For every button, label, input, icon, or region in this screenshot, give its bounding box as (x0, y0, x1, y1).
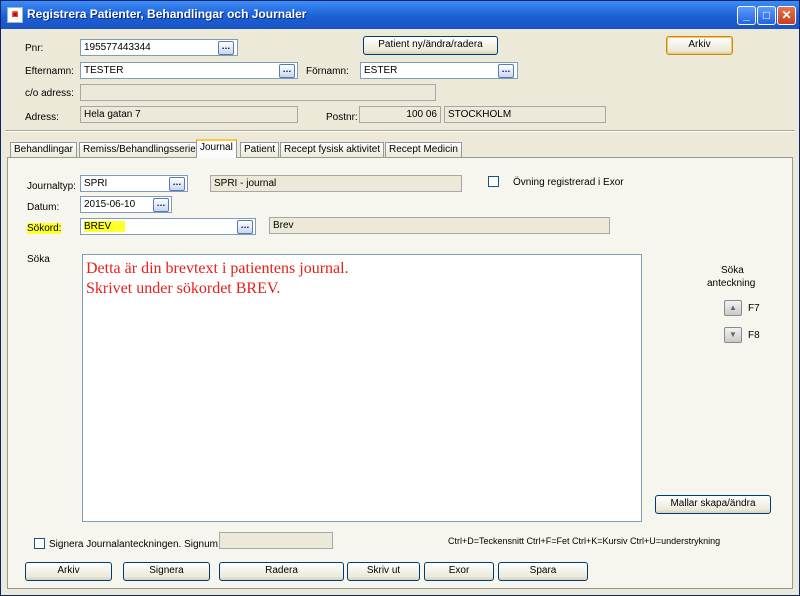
soka-anteckning-label-2: anteckning (707, 278, 756, 289)
datum-picker-button[interactable]: … (153, 198, 169, 212)
signera-checkbox[interactable] (34, 538, 45, 549)
f8-label: F8 (748, 330, 760, 341)
patient-edit-button[interactable]: Patient ny/ändra/radera (363, 36, 498, 55)
tab-recept-medicin[interactable]: Recept Medicin (385, 142, 462, 157)
co-field[interactable] (80, 84, 436, 101)
tab-behandlingar[interactable]: Behandlingar (10, 142, 77, 157)
fornamn-label: Förnamn: (306, 66, 349, 77)
radera-button[interactable]: Radera (219, 562, 344, 581)
tab-journal[interactable]: Journal (196, 139, 237, 158)
prev-note-button[interactable]: ▲ (724, 300, 742, 316)
arrow-down-icon: ▼ (729, 330, 737, 339)
signum-field[interactable] (219, 532, 333, 549)
sokord-label: Sökord: (27, 223, 62, 234)
main-window: ▣ Registrera Patienter, Behandlingar och… (0, 0, 800, 596)
spara-button[interactable]: Spara (498, 562, 588, 581)
journaltyp-desc: SPRI - journal (210, 175, 462, 192)
arrow-up-icon: ▲ (729, 303, 737, 312)
pnr-label: Pnr: (25, 43, 44, 54)
postnr-field[interactable]: 100 06 (359, 106, 441, 123)
adress-label: Adress: (25, 112, 59, 123)
ort-field[interactable]: STOCKHOLM (444, 106, 606, 123)
sokord-desc: Brev (269, 217, 610, 234)
journaltyp-lookup-button[interactable]: … (169, 177, 185, 191)
datum-label: Datum: (27, 202, 60, 213)
minimize-icon[interactable]: _ (737, 6, 756, 25)
app-icon[interactable]: ▣ (7, 7, 23, 23)
tab-patient[interactable]: Patient (240, 142, 280, 157)
soka-anteckning-label-1: Söka (721, 265, 744, 276)
co-label: c/o adress: (25, 88, 74, 99)
sokord-field[interactable]: BREV (80, 218, 256, 235)
pnr-field[interactable]: 195577443344 (80, 39, 238, 56)
exor-button[interactable]: Exor (424, 562, 494, 581)
maximize-icon[interactable]: □ (757, 6, 776, 25)
window-title: Registrera Patienter, Behandlingar och J… (27, 7, 307, 21)
next-note-button[interactable]: ▼ (724, 327, 742, 343)
mallar-button[interactable]: Mallar skapa/ändra (655, 495, 771, 514)
header-separator (5, 130, 795, 132)
sokord-lookup-button[interactable]: … (237, 220, 253, 234)
shortcuts-hint: Ctrl+D=Teckensnitt Ctrl+F=Fet Ctrl+K=Kur… (448, 536, 721, 546)
fornamn-field[interactable]: ESTER (360, 62, 518, 79)
close-icon[interactable]: ✕ (777, 6, 796, 25)
journaltyp-label: Journaltyp: (27, 181, 76, 192)
arkiv-top-button[interactable]: Arkiv (666, 36, 733, 55)
skriv-ut-button[interactable]: Skriv ut (347, 562, 420, 581)
adress-field[interactable]: Hela gatan 7 (80, 106, 298, 123)
signera-button[interactable]: Signera (123, 562, 210, 581)
efternamn-lookup-button[interactable]: … (279, 64, 295, 78)
soka-label: Söka (27, 254, 50, 265)
arkiv-button[interactable]: Arkiv (25, 562, 112, 581)
pnr-lookup-button[interactable]: … (218, 41, 234, 55)
journal-text-line-2: Skrivet under sökordet BREV. (86, 280, 281, 297)
sokord-value: BREV (84, 221, 126, 232)
tab-remiss[interactable]: Remiss/Behandlingsserie (79, 142, 200, 157)
ovning-checkbox[interactable] (488, 176, 499, 187)
signera-label: Signera Journalanteckningen. Signum: (49, 539, 221, 550)
efternamn-label: Efternamn: (25, 66, 74, 77)
efternamn-field[interactable]: TESTER (80, 62, 298, 79)
ovning-label: Övning registrerad i Exor (513, 177, 624, 188)
fornamn-lookup-button[interactable]: … (498, 64, 514, 78)
tab-recept-fysisk[interactable]: Recept fysisk aktivitet (280, 142, 385, 157)
journal-text-line-1: Detta är din brevtext i patientens journ… (86, 260, 349, 277)
title-bar[interactable]: ▣ Registrera Patienter, Behandlingar och… (1, 1, 799, 29)
postnr-label: Postnr: (326, 112, 358, 123)
f7-label: F7 (748, 303, 760, 314)
journal-text-area[interactable]: Detta är din brevtext i patientens journ… (82, 254, 642, 522)
